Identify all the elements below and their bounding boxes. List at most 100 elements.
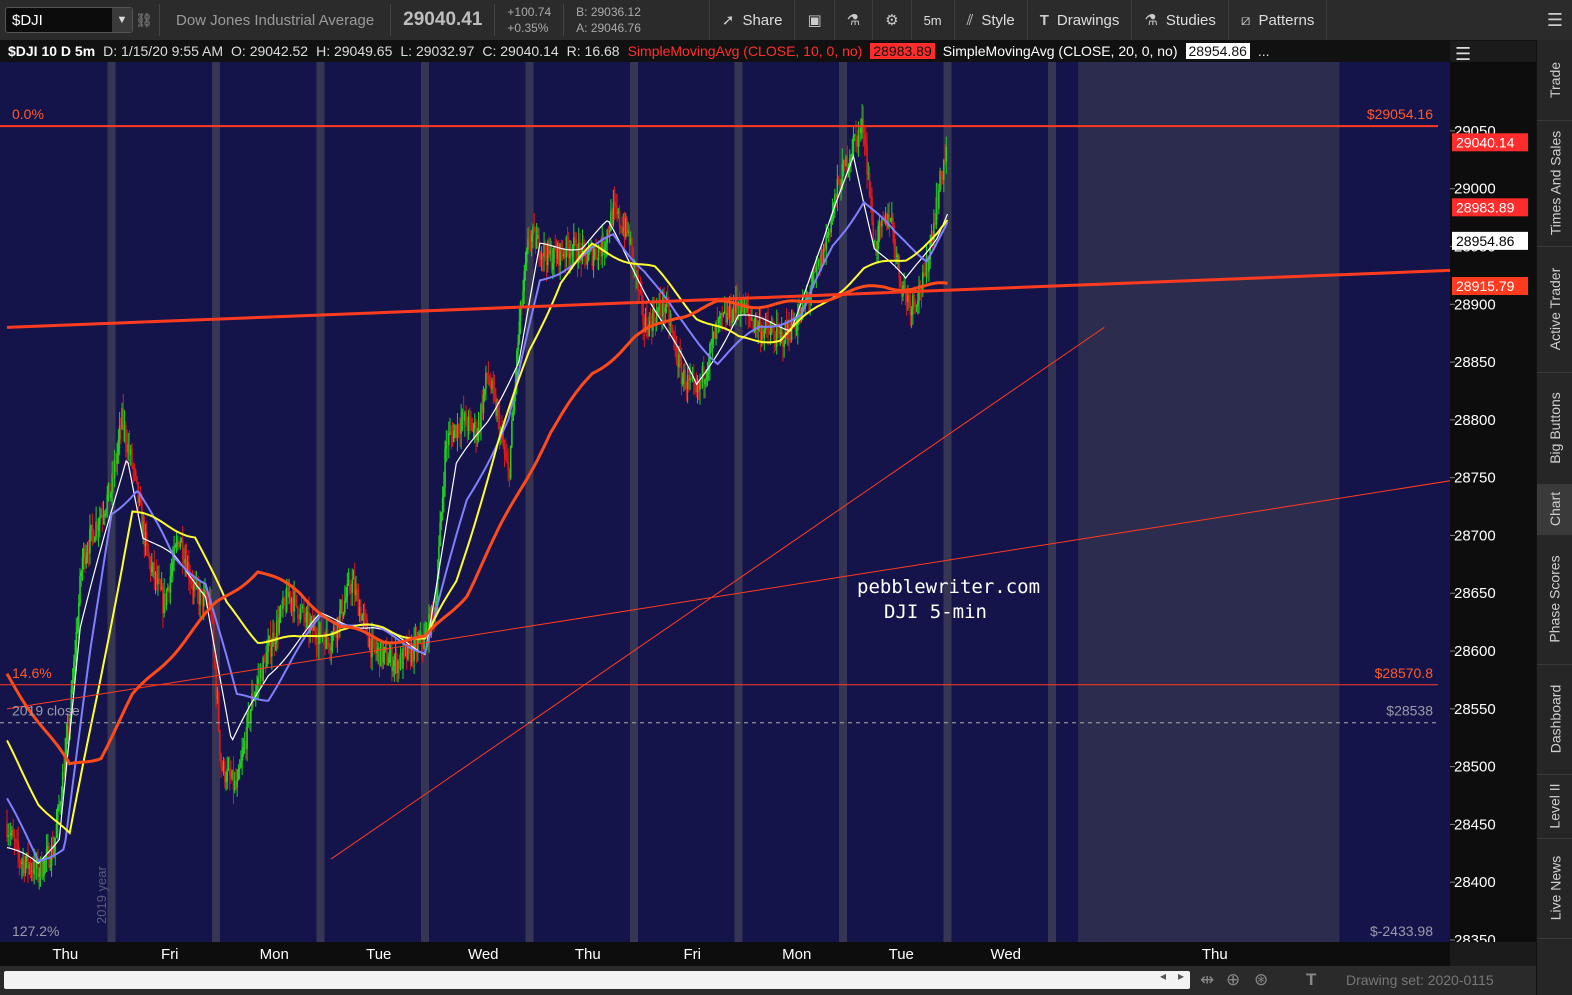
x-tick-label: Thu [1202,946,1228,963]
side-tab-chart[interactable]: Chart [1537,484,1572,535]
studies-lab-button[interactable]: ⚗ [833,0,872,40]
price-chart[interactable]: 0.0% $29054.16 14.6% $28570.8 2019 close $285… [0,62,1450,942]
settings-button[interactable]: ⚙ [872,0,910,40]
side-tab-active-trader[interactable]: Active Trader [1537,246,1572,373]
candle-body [331,633,334,647]
candle-body [522,291,524,306]
side-tab-live-news[interactable]: Live News [1537,838,1572,939]
candle-body [502,433,505,446]
candle-body [719,315,721,319]
x-tick-label: Tue [889,946,914,963]
y-tick-label: 28850 [1454,354,1496,371]
watermark-text: pebblewriter.com [857,576,1040,598]
candle-body [612,201,615,225]
candle-body [566,237,569,248]
drawing-set-label[interactable]: Drawing set: 2020-0115 [1346,972,1494,988]
side-tab-label: Chart [1546,491,1563,527]
candle-body [76,626,79,632]
symbol-selector[interactable]: $DJI ▼ [5,7,133,33]
candle-body [246,717,248,750]
candle-body [608,230,611,233]
expand-icon[interactable]: ⇹ [1200,970,1214,990]
candle-body [106,494,109,510]
more-studies[interactable]: ... [1258,43,1270,59]
change-stack: +100.74 +0.35% [499,4,559,36]
y-tick-label: 28500 [1454,759,1496,776]
candle-body [169,576,172,593]
side-menu-icon[interactable]: ☰ [1537,0,1572,40]
style-label: Style [981,11,1015,29]
candle-body [483,388,486,395]
price-axis[interactable]: 28350 28400 28450 28500 28550 28600 28650 28700… [1450,62,1536,942]
x-tick-label: Mon [782,946,811,963]
candle-body [492,380,495,389]
candle-body [136,475,138,483]
candle-body [238,767,241,770]
side-tab-level-ii[interactable]: Level II [1537,774,1572,839]
drawings-button[interactable]: T Drawings [1026,0,1132,40]
percent-change: +0.35% [507,21,549,35]
candle-body [116,451,118,464]
candle-body [664,307,667,313]
text-tool-icon[interactable]: T [1306,970,1316,990]
style-button[interactable]: ⫽ Style [953,0,1027,40]
candle-body [769,330,772,335]
candle-body [225,781,227,783]
candle-body [134,470,137,476]
studies-button[interactable]: ⚗ Studies [1131,0,1228,40]
candle-body [179,542,182,547]
side-tab-times-and-sales[interactable]: Times And Sales [1537,120,1572,247]
candle-body [503,445,506,453]
side-tab-big-buttons[interactable]: Big Buttons [1537,372,1572,485]
candle-body [592,256,595,267]
chevron-down-icon[interactable]: ▼ [112,8,132,32]
candle-body [330,646,333,651]
candle-body [237,769,240,781]
candle-body [472,428,475,432]
crosshair-icon[interactable]: ⊕ [1226,970,1240,990]
candle-body [65,737,68,753]
time-scrollbar[interactable] [4,971,1190,989]
link-icon[interactable]: ⛓ [133,12,155,29]
price-badge: 28954.86 [1452,231,1528,250]
candle-body [670,323,673,328]
share-button[interactable]: ➚ Share [708,0,795,40]
candle-body [279,607,282,618]
screenshot-button[interactable]: ▣ [794,0,833,40]
candle-body [58,805,60,808]
timeframe-button[interactable]: 5m [910,0,954,40]
toolbar-divider [563,4,565,36]
scroll-right-icon[interactable]: ▸ [1178,969,1184,983]
x-tick-label: Thu [52,946,78,963]
candle-body [318,631,320,645]
candle-body [544,243,547,256]
gear-icon: ⚙ [885,12,899,29]
candle-body [81,557,84,573]
zoom-icon[interactable]: ⊛ [1254,970,1268,990]
candle-body [12,830,14,837]
menu-icon[interactable]: ☰ [1455,44,1479,64]
sma10-label[interactable]: SimpleMovingAvg (CLOSE, 10, 0, no) [628,43,863,59]
candle-body [278,617,281,633]
candle-body [518,321,521,343]
candle-body [923,272,925,274]
sma20-label[interactable]: SimpleMovingAvg (CLOSE, 20, 0, no) [943,43,1178,59]
candle-body [533,227,535,229]
candle-body [386,647,388,665]
candle-body [165,590,168,606]
side-tab-phase-scores[interactable]: Phase Scores [1537,534,1572,665]
scroll-left-icon[interactable]: ◂ [1160,969,1166,983]
candle-body [511,420,513,446]
side-tab-trade[interactable]: Trade [1537,40,1572,121]
price-badge-label: 29040.14 [1456,134,1515,150]
candle-body [773,332,776,341]
side-tab-dashboard[interactable]: Dashboard [1537,664,1572,775]
candle-body [653,310,656,321]
session-separator [839,62,847,942]
drawings-label: Drawings [1056,11,1120,29]
patterns-button[interactable]: ⧄ Patterns [1227,0,1328,40]
candle-body [469,415,471,419]
candle-body [21,862,23,865]
time-axis[interactable]: Thu Fri Mon Tue Wed Thu Fri Mon Tue Wed Thu [0,942,1450,966]
candle-body [217,697,220,731]
